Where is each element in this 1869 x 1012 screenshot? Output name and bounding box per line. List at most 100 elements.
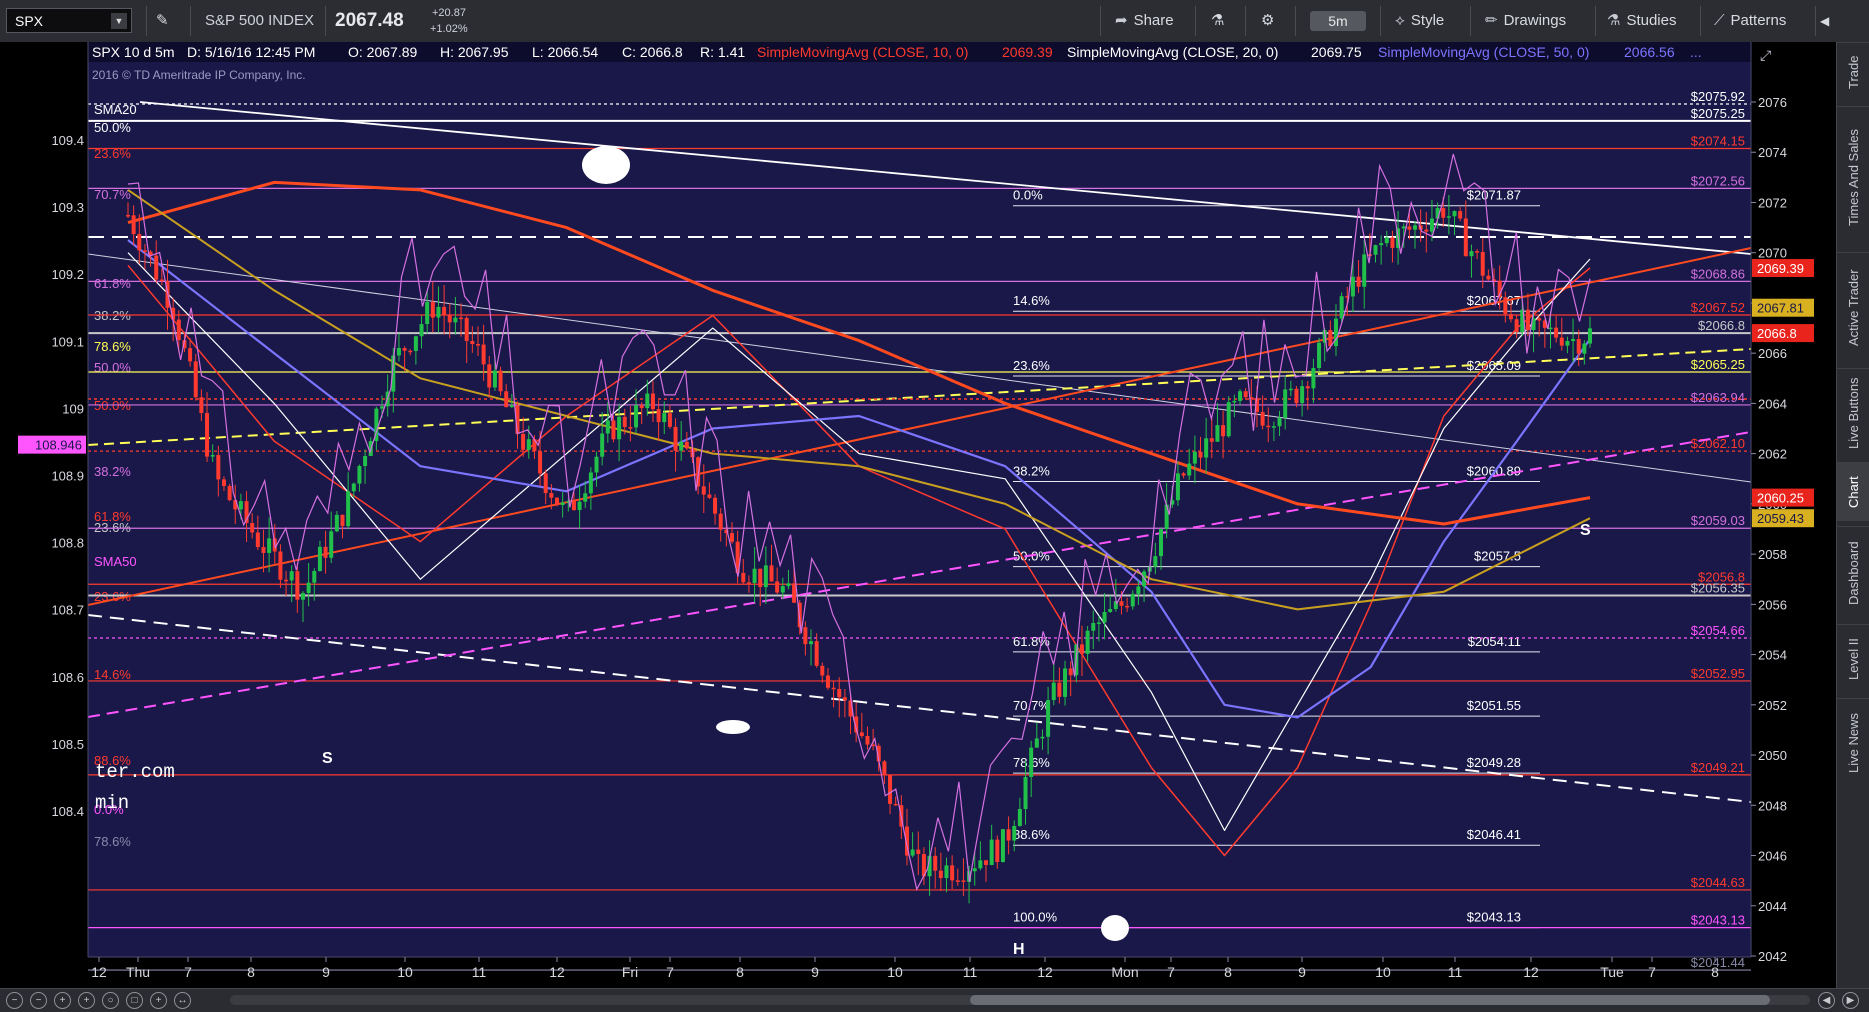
crosshair-icon[interactable]: + xyxy=(150,992,167,1009)
tab-trade[interactable]: Trade xyxy=(1837,42,1869,101)
price-axis-label: 2074 xyxy=(1758,145,1787,160)
candle-body xyxy=(1221,425,1226,437)
tab-active-trader[interactable]: Active Trader xyxy=(1837,252,1869,363)
collapse-icon[interactable]: ◀ xyxy=(1820,0,1829,42)
reset-zoom-icon[interactable]: ○ xyxy=(102,992,119,1009)
tab-live-news[interactable]: Live News xyxy=(1837,698,1869,787)
price-level-label: $2063.94 xyxy=(1691,390,1745,405)
gear-icon[interactable]: ⚙ xyxy=(1261,0,1274,42)
price-axis-label: 2052 xyxy=(1758,698,1787,713)
fib-price-label: $2046.41 xyxy=(1467,827,1521,842)
left-fib-label: 78.6% xyxy=(94,834,131,849)
candle-body xyxy=(255,532,260,547)
candle-body xyxy=(216,454,221,480)
candle-body xyxy=(803,627,808,645)
zoom-in-icon[interactable]: + xyxy=(78,992,95,1009)
candle-body xyxy=(577,501,582,511)
tab-level-ii[interactable]: Level II xyxy=(1837,624,1869,693)
candle-body xyxy=(126,215,130,217)
watermark-line-2: min xyxy=(95,792,129,814)
price-level-label: $2043.13 xyxy=(1691,913,1745,928)
candle-body xyxy=(1046,700,1051,737)
left-current-tag: 108.946 xyxy=(35,438,82,453)
candle-body xyxy=(346,491,351,527)
header-date: D: 5/16/16 12:45 PM xyxy=(187,44,315,60)
price-axis-label: 2072 xyxy=(1758,195,1787,210)
candle-body xyxy=(334,514,339,532)
candle-body xyxy=(1559,337,1564,346)
tab-times-and-sales[interactable]: Times And Sales xyxy=(1837,106,1869,247)
candle-body xyxy=(1503,297,1508,315)
top-toolbar: SPX ▼ ✎ S&P 500 INDEX 2067.48 +20.87 +1.… xyxy=(0,0,1869,43)
time-scrollbar[interactable] xyxy=(230,995,1810,1005)
patterns-button[interactable]: ⟋ Patterns xyxy=(1714,0,1786,42)
time-axis-label: 8 xyxy=(1224,964,1232,980)
candle-body xyxy=(1424,229,1429,232)
pencil-icon[interactable]: ✎ xyxy=(156,0,169,42)
timeframe-button[interactable]: 5m xyxy=(1310,11,1366,31)
candle-body xyxy=(363,456,368,467)
candle-body xyxy=(300,593,305,600)
candle-body xyxy=(193,361,198,398)
price-tag: 2060.25 xyxy=(1757,491,1804,506)
candle-body xyxy=(1108,609,1113,612)
price-tag: 2069.39 xyxy=(1757,261,1804,276)
left-axis-label: 108.6 xyxy=(51,670,84,685)
candle-body xyxy=(605,420,610,434)
candle-body xyxy=(1198,451,1203,458)
candle-body xyxy=(662,413,667,423)
symbol-input[interactable]: SPX ▼ xyxy=(6,8,132,33)
share-button[interactable]: ➦ Share xyxy=(1115,0,1174,42)
flask-icon[interactable]: ⚗ xyxy=(1211,0,1224,42)
scroll-left-icon[interactable]: ◀ xyxy=(1818,992,1835,1009)
candle-body xyxy=(1537,318,1542,321)
candle-body xyxy=(594,456,599,473)
tab-chart[interactable]: Chart xyxy=(1837,462,1869,521)
left-axis-label: 108.7 xyxy=(51,603,84,618)
share-icon: ➦ xyxy=(1115,12,1128,29)
candle-body xyxy=(210,454,215,457)
marker-ellipse xyxy=(582,146,630,184)
tab-dashboard[interactable]: Dashboard xyxy=(1837,526,1869,619)
candle-body xyxy=(775,581,780,593)
header-sma10-label: SimpleMovingAvg (CLOSE, 10, 0) xyxy=(757,44,968,60)
time-axis-label: 12 xyxy=(1037,964,1053,980)
studies-button[interactable]: ⚗ Studies xyxy=(1607,0,1677,42)
time-axis-label: 9 xyxy=(811,964,819,980)
candle-body xyxy=(1576,339,1581,354)
candle-body xyxy=(1463,218,1468,257)
drawings-button[interactable]: ✏ Drawings xyxy=(1485,0,1566,42)
candle-body xyxy=(1125,605,1130,608)
price-axis-label: 2076 xyxy=(1758,95,1787,110)
fit-icon[interactable]: □ xyxy=(126,992,143,1009)
chart-area[interactable]: 0.0% $2071.87 14.6% $2067.67 23.6% $2065.09 38… xyxy=(0,42,1836,988)
candle-body xyxy=(888,775,893,804)
header-more-icon[interactable]: ... xyxy=(1690,44,1702,60)
candle-body xyxy=(329,531,334,558)
candle-body xyxy=(419,324,424,337)
candle-body xyxy=(842,697,847,701)
tab-live-buttons[interactable]: Live Buttons xyxy=(1837,368,1869,457)
header-open: O: 2067.89 xyxy=(348,44,417,60)
candle-body xyxy=(447,314,452,323)
candle-body xyxy=(1362,254,1367,287)
candle-body xyxy=(938,870,943,879)
pan-icon[interactable]: ↔ xyxy=(174,992,191,1009)
chevron-down-icon[interactable]: ▼ xyxy=(111,13,127,29)
fib-percent-label: 14.6% xyxy=(1013,293,1050,308)
price-chart[interactable]: 0.0% $2071.87 14.6% $2067.67 23.6% $2065.09 38… xyxy=(0,42,1836,988)
time-axis-label: 11 xyxy=(963,964,978,980)
candle-body xyxy=(142,250,147,252)
zoom-out-icon[interactable]: − xyxy=(6,992,23,1009)
candle-body xyxy=(137,234,142,251)
style-button[interactable]: ⟡ Style xyxy=(1395,0,1444,42)
zoom-icon[interactable]: ⤢ xyxy=(1760,47,1771,63)
candle-body xyxy=(498,370,503,392)
candle-body xyxy=(645,393,650,409)
scrollbar-thumb[interactable] xyxy=(970,995,1770,1005)
zoom-in-icon[interactable]: + xyxy=(54,992,71,1009)
zoom-out-icon[interactable]: − xyxy=(30,992,47,1009)
candle-body xyxy=(571,500,576,511)
scroll-right-icon[interactable]: ▶ xyxy=(1842,992,1859,1009)
candle-body xyxy=(955,880,960,882)
